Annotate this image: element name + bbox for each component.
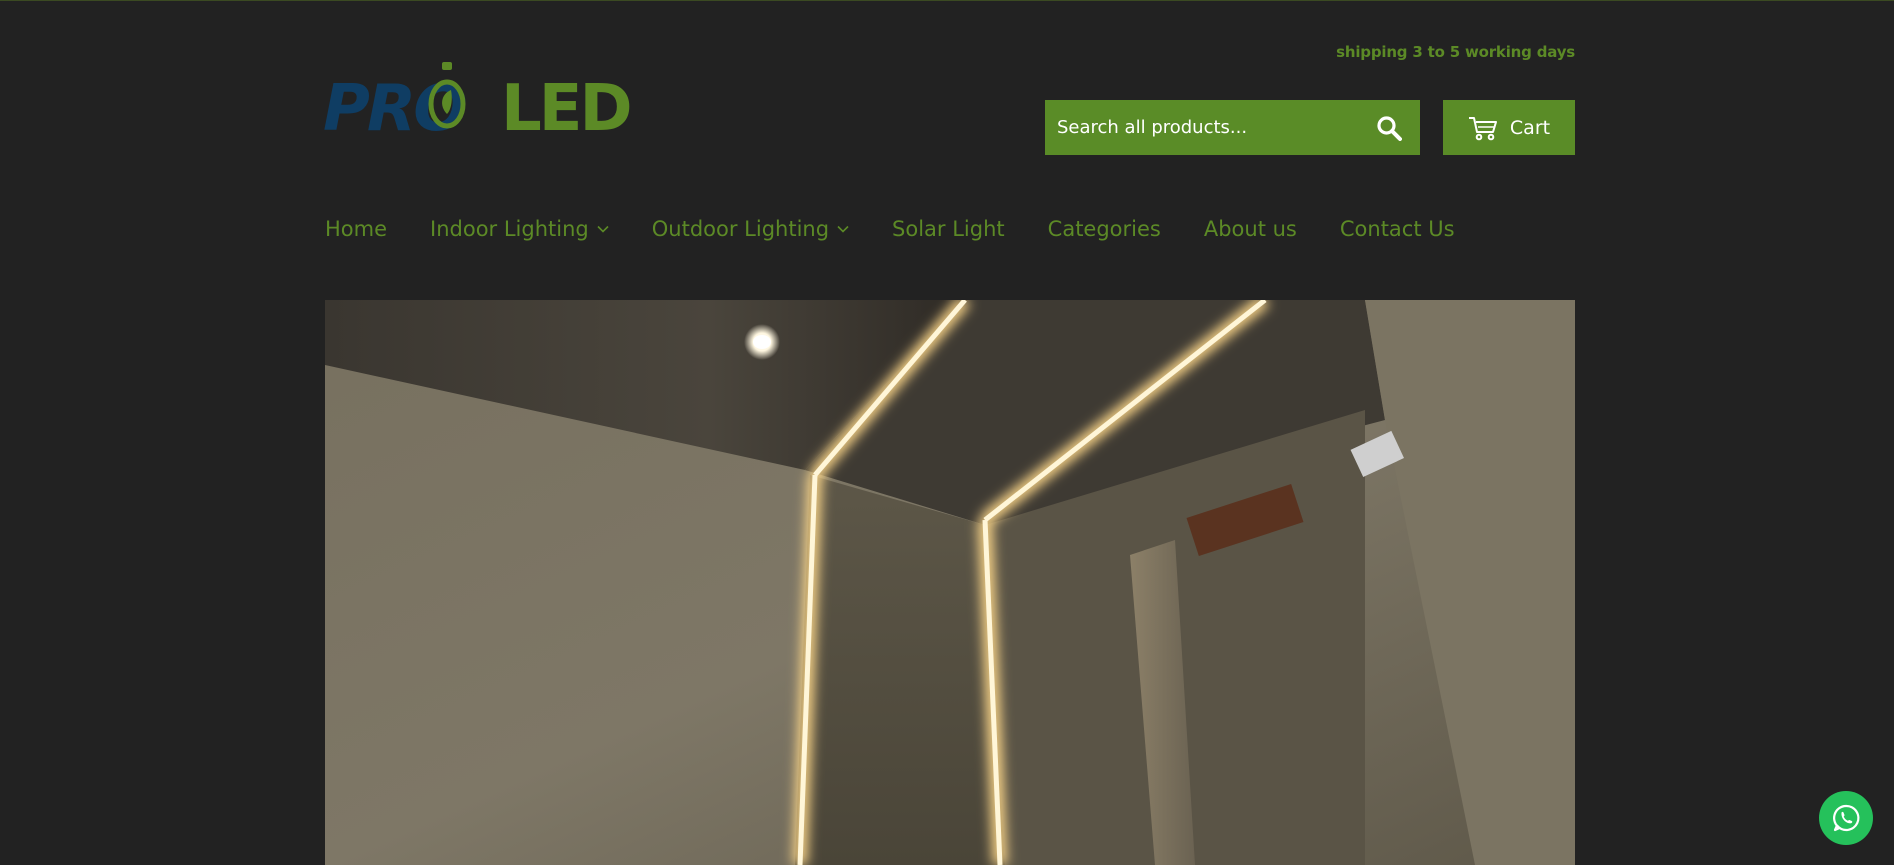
nav-label: Indoor Lighting [430, 217, 589, 241]
cart-button[interactable]: Cart [1443, 100, 1575, 155]
nav-item-home[interactable]: Home [325, 217, 387, 241]
nav-label: Categories [1047, 217, 1161, 241]
search-input[interactable]: Search all products... [1045, 117, 1376, 138]
nav-label: Home [325, 217, 388, 241]
whatsapp-chat-button[interactable] [1819, 791, 1873, 845]
chevron-down-icon [837, 225, 849, 233]
nav-label: Outdoor Lighting [651, 217, 830, 241]
nav-item-contact-us[interactable]: Contact Us [1340, 217, 1455, 241]
svg-text:LED: LED [501, 72, 630, 132]
nav-label: Contact Us [1339, 217, 1455, 241]
whatsapp-icon [1833, 804, 1860, 832]
cart-label: Cart [1509, 116, 1551, 139]
nav-label: Solar Light [892, 217, 1005, 241]
cart-icon [1468, 116, 1497, 140]
nav-item-solar-light[interactable]: Solar Light [892, 217, 1005, 241]
pro-led-logo: PRO LED [323, 62, 633, 146]
search-icon[interactable] [1376, 115, 1402, 141]
site-logo[interactable]: PRO LED [323, 60, 643, 146]
search-bar[interactable]: Search all products... [1045, 100, 1420, 155]
top-border [0, 0, 1894, 1]
shipping-note: shipping 3 to 5 working days [1336, 43, 1575, 61]
nav-item-about-us[interactable]: About us [1204, 217, 1297, 241]
chevron-down-icon [597, 225, 609, 233]
nav-item-indoor-lighting[interactable]: Indoor Lighting [430, 217, 609, 241]
nav-item-outdoor-lighting[interactable]: Outdoor Lighting [652, 217, 849, 241]
main-nav: Home Indoor Lighting Outdoor Lighting So… [325, 214, 1498, 244]
hero-image[interactable] [325, 300, 1575, 865]
nav-item-categories[interactable]: Categories [1048, 217, 1161, 241]
nav-label: About us [1203, 217, 1297, 241]
hero-led-interior-image [325, 300, 1575, 865]
